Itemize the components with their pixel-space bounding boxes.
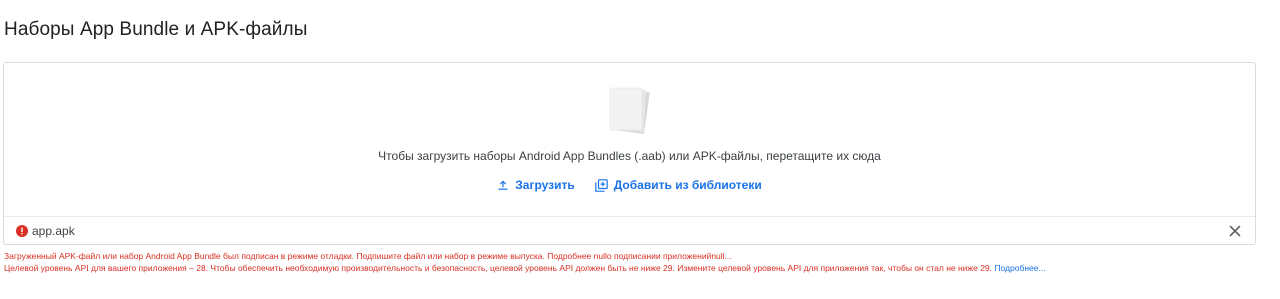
upload-label: Загрузить: [515, 178, 575, 192]
dropzone[interactable]: Чтобы загрузить наборы Android App Bundl…: [4, 63, 1255, 216]
learn-more-link[interactable]: Подробнее...: [994, 263, 1045, 273]
error-message: Целевой уровень API для вашего приложени…: [4, 262, 1046, 274]
file-name: app.apk: [32, 224, 75, 238]
error-messages: Загруженный APK-файл или набор Android A…: [4, 250, 1046, 274]
document-stack-icon: [609, 87, 650, 134]
upload-card: Чтобы загрузить наборы Android App Bundl…: [3, 62, 1256, 245]
upload-button[interactable]: Загрузить: [497, 178, 575, 192]
section-title: Наборы App Bundle и APK-файлы: [4, 19, 308, 40]
add-from-library-label: Добавить из библиотеки: [613, 178, 762, 192]
add-to-library-icon: [594, 178, 608, 192]
app-bundles-page: Наборы App Bundle и APK-файлы Чтобы загр…: [0, 0, 1280, 299]
error-message-text: Целевой уровень API для вашего приложени…: [4, 263, 993, 273]
dropzone-instructions: Чтобы загрузить наборы Android App Bundl…: [378, 149, 881, 163]
add-from-library-button[interactable]: Добавить из библиотеки: [594, 178, 762, 192]
error-message: Загруженный APK-файл или набор Android A…: [4, 251, 732, 261]
upload-icon: [498, 180, 508, 190]
dropzone-actions: Загрузить Добавить из библиотеки: [4, 178, 1255, 192]
close-icon[interactable]: [1227, 223, 1243, 239]
uploaded-file-row: app.apk: [4, 216, 1255, 245]
error-icon: [16, 225, 28, 237]
